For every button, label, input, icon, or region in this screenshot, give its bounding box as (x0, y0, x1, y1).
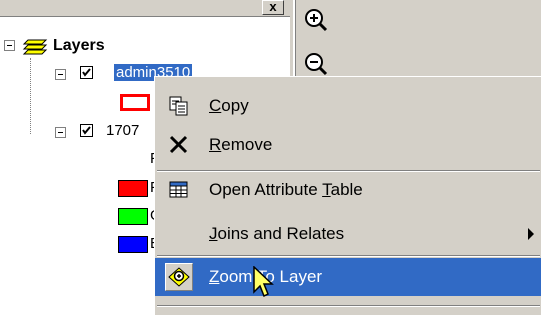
menu-item-zoom-to-layer[interactable]: Zoom To Layer (155, 258, 541, 296)
menu-item-label: Remove (209, 135, 273, 154)
layer2-visibility-checkbox[interactable] (80, 124, 93, 137)
remove-icon (165, 131, 193, 159)
zoom-out-icon (305, 53, 328, 76)
menu-item-label: Open Attribute Table (209, 180, 363, 199)
tree-line (30, 58, 31, 134)
layer2-name[interactable]: 1707 (106, 122, 139, 139)
submenu-arrow-icon (528, 228, 534, 240)
checkmark-icon (82, 126, 91, 135)
zoom-in-icon (305, 9, 328, 32)
layer-context-menu: Copy Remove Open Attribute Table Joins a… (154, 76, 541, 315)
table-icon (165, 176, 193, 204)
layers-group-icon (22, 36, 48, 61)
legend-swatch-green[interactable] (118, 208, 148, 225)
menu-separator (157, 255, 540, 257)
menu-item-open-attribute-table[interactable]: Open Attribute Table (155, 171, 541, 209)
zoom-in-button[interactable] (302, 6, 330, 34)
layers-root-label[interactable]: Layers (53, 37, 105, 55)
layer1-collapse-toggle[interactable] (55, 69, 66, 80)
zoom-out-button[interactable] (302, 50, 330, 78)
zoom-to-layer-icon (165, 263, 193, 291)
mouse-pointer-icon (252, 265, 278, 305)
checkmark-icon (82, 68, 91, 77)
menu-item-label: Joins and Relates (209, 224, 345, 243)
layer1-visibility-checkbox[interactable] (80, 66, 93, 79)
legend-swatch-blue[interactable] (118, 236, 148, 253)
copy-icon (165, 92, 193, 120)
menu-item-label: Copy (209, 96, 249, 115)
toc-close-button[interactable]: x (262, 0, 284, 15)
layer2-collapse-toggle[interactable] (55, 127, 66, 138)
toc-title-bar: x (0, 0, 290, 17)
layer1-symbol-swatch[interactable] (120, 94, 150, 111)
menu-item-copy[interactable]: Copy (155, 87, 541, 125)
legend-swatch-red[interactable] (118, 180, 148, 197)
menu-item-remove[interactable]: Remove (155, 126, 541, 164)
menu-item-joins-and-relates[interactable]: Joins and Relates (155, 215, 541, 253)
layers-collapse-toggle[interactable] (4, 40, 15, 51)
menu-separator (157, 305, 540, 307)
